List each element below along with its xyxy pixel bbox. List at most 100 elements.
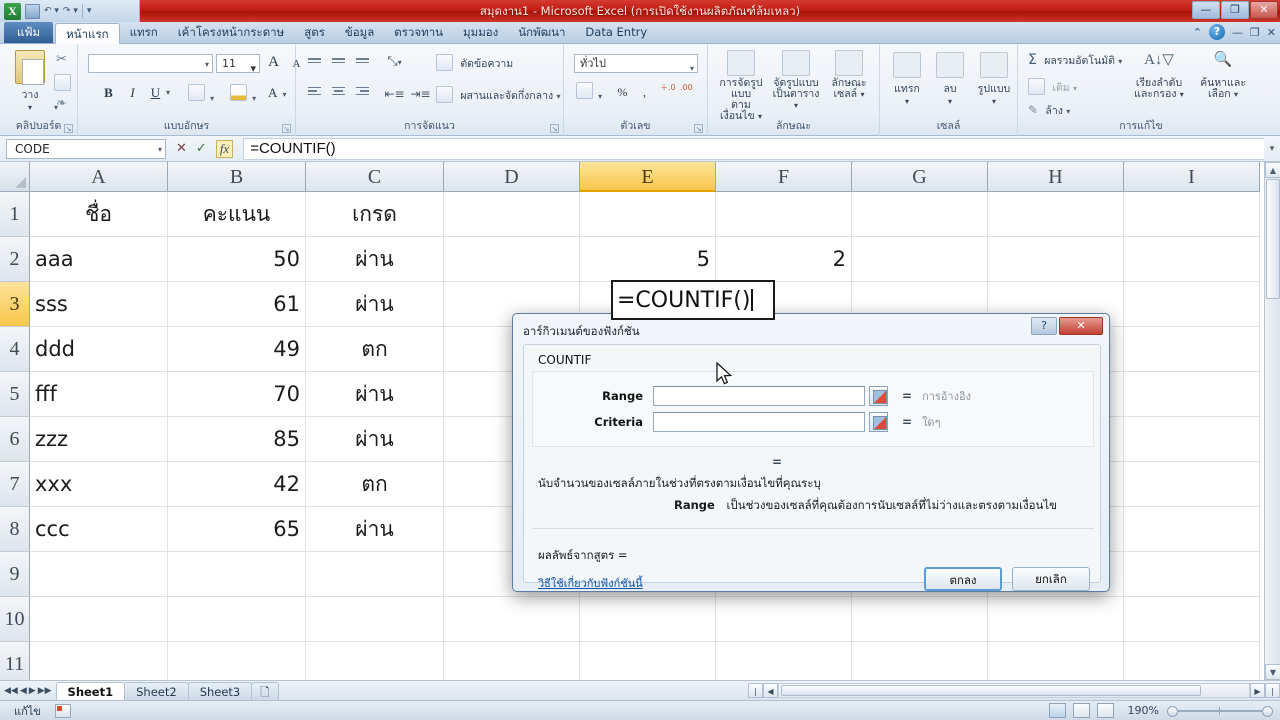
select-all-button[interactable]	[0, 162, 30, 192]
font-color-button[interactable]: A ▾	[268, 82, 287, 101]
tab-page-layout[interactable]: เค้าโครงหน้ากระดาษ	[168, 22, 294, 43]
scroll-right-button[interactable]: ▶	[1250, 682, 1265, 698]
format-cells-button[interactable]: รูปแบบ ▾	[972, 52, 1016, 106]
wrap-text-button[interactable]: ตัดข้อความ	[436, 54, 513, 72]
column-header-c[interactable]: C	[306, 162, 444, 192]
increase-decimal-button[interactable]: ＋.0	[660, 84, 676, 92]
tab-review[interactable]: ตรวจทาน	[384, 22, 453, 43]
row-header-1[interactable]: 1	[0, 192, 30, 237]
cell-b8[interactable]: 65	[168, 507, 306, 552]
name-box[interactable]: CODE ▾	[6, 138, 166, 159]
conditional-formatting-button[interactable]: การจัดรูปแบบ ตามเงื่อนไข ▾	[714, 50, 768, 122]
font-color-dropdown-icon[interactable]: ▾	[282, 90, 286, 99]
font-name-dropdown-icon[interactable]: ▾	[205, 60, 209, 69]
cellstyle-dropdown-icon[interactable]: ▾	[860, 90, 864, 99]
grid-cell[interactable]	[444, 237, 580, 282]
cell-c5[interactable]: ผ่าน	[306, 372, 444, 417]
page-layout-view-icon[interactable]	[1073, 703, 1090, 718]
grid-cell[interactable]	[1124, 192, 1260, 237]
tab-file[interactable]: แฟ้ม	[4, 22, 54, 43]
fill-color-dropdown-icon[interactable]: ▾	[252, 94, 256, 103]
cell-e2[interactable]: 5	[580, 237, 716, 282]
cell-c2[interactable]: ผ่าน	[306, 237, 444, 282]
cell-c1[interactable]: เกรด	[306, 192, 444, 237]
grid-cell[interactable]	[1124, 282, 1260, 327]
cell-b5[interactable]: 70	[168, 372, 306, 417]
accounting-dropdown-icon[interactable]: ▾	[598, 92, 602, 101]
grid-cell[interactable]	[852, 237, 988, 282]
row-header-2[interactable]: 2	[0, 237, 30, 282]
cancel-button[interactable]: ยกเลิก	[1012, 567, 1090, 591]
grid-cell[interactable]	[306, 552, 444, 597]
font-size-input[interactable]: 11 ▾	[216, 54, 260, 75]
grow-font-button[interactable]: A	[263, 52, 284, 73]
grid-cell[interactable]	[1124, 417, 1260, 462]
grid-cell[interactable]	[1124, 597, 1260, 642]
cell-b1[interactable]: คะแนน	[168, 192, 306, 237]
grid-cell[interactable]	[852, 192, 988, 237]
cell-c7[interactable]: ตก	[306, 462, 444, 507]
find-select-button[interactable]: 🔍 ค้นหาและ เลือก ▾	[1194, 50, 1252, 100]
vertical-scrollbar[interactable]: ▲ ▼	[1264, 162, 1280, 680]
new-sheet-icon[interactable]: 🗋	[251, 681, 279, 700]
cell-a8[interactable]: ccc	[30, 507, 168, 552]
grid-cell[interactable]	[1124, 507, 1260, 552]
row-header-9[interactable]: 9	[0, 552, 30, 597]
align-middle-button[interactable]	[328, 52, 349, 72]
cell-b6[interactable]: 85	[168, 417, 306, 462]
close-button[interactable]: ✕	[1250, 1, 1278, 19]
autosum-button[interactable]: Σ ผลรวมอัตโนมัติ ▾	[1028, 52, 1122, 69]
clipboard-dialog-launcher[interactable]: ↘	[64, 124, 73, 133]
tab-data-entry[interactable]: Data Entry	[575, 22, 657, 43]
grid-cell[interactable]	[988, 237, 1124, 282]
tab-view[interactable]: มุมมอง	[453, 22, 508, 43]
cell-b4[interactable]: 49	[168, 327, 306, 372]
scroll-up-button[interactable]: ▲	[1265, 162, 1280, 178]
vertical-scroll-thumb[interactable]	[1266, 179, 1280, 299]
column-header-g[interactable]: G	[852, 162, 988, 192]
last-sheet-button[interactable]: ▶▶	[38, 686, 52, 696]
number-dialog-launcher[interactable]: ↘	[694, 124, 703, 133]
grid-cell[interactable]	[988, 597, 1124, 642]
align-center-button[interactable]	[328, 84, 349, 104]
decrease-indent-button[interactable]: ⇤≡	[384, 84, 405, 104]
format-painter-icon[interactable]: ❧	[56, 96, 67, 111]
table-dropdown-icon[interactable]: ▾	[794, 101, 798, 110]
merge-dropdown-icon[interactable]: ▾	[556, 92, 560, 101]
row-header-6[interactable]: 6	[0, 417, 30, 462]
grid-cell[interactable]	[988, 192, 1124, 237]
range-collapse-icon[interactable]	[869, 385, 888, 406]
decrease-decimal-button[interactable]: .00	[680, 84, 693, 92]
column-header-a[interactable]: A	[30, 162, 168, 192]
paste-button[interactable]: วาง ▾	[8, 50, 52, 112]
criteria-collapse-icon[interactable]	[869, 411, 888, 432]
cell-f2[interactable]: 2	[716, 237, 852, 282]
underline-button[interactable]: U	[145, 82, 166, 103]
column-header-e[interactable]: E	[580, 162, 716, 192]
column-header-h[interactable]: H	[988, 162, 1124, 192]
doc-restore-icon[interactable]: ❐	[1250, 26, 1260, 39]
tab-home[interactable]: หน้าแรก	[55, 23, 120, 44]
cancel-formula-icon[interactable]: ✕	[176, 141, 187, 156]
first-sheet-button[interactable]: ◀◀	[4, 686, 18, 696]
insert-cells-button[interactable]: แทรก ▾	[886, 52, 928, 106]
merge-center-button[interactable]: ผสานและจัดกึ่งกลาง ▾	[436, 86, 560, 104]
sortfilter-dropdown-icon[interactable]: ▾	[1180, 90, 1184, 99]
cell-b7[interactable]: 42	[168, 462, 306, 507]
next-sheet-button[interactable]: ▶	[29, 686, 36, 696]
dialog-close-button[interactable]: ✕	[1059, 317, 1103, 335]
cell-c3[interactable]: ผ่าน	[306, 282, 444, 327]
increase-indent-button[interactable]: ⇥≡	[410, 84, 431, 104]
grid-cell[interactable]	[580, 597, 716, 642]
column-header-f[interactable]: F	[716, 162, 852, 192]
format-as-table-button[interactable]: จัดรูปแบบ เป็นตาราง ▾	[770, 50, 822, 111]
tab-formulas[interactable]: สูตร	[294, 22, 335, 43]
align-right-button[interactable]	[352, 84, 373, 104]
sheet-tab-sheet2[interactable]: Sheet2	[124, 681, 189, 700]
doc-close-icon[interactable]: ✕	[1267, 26, 1276, 39]
row-header-8[interactable]: 8	[0, 507, 30, 552]
tab-developer[interactable]: นักพัฒนา	[508, 22, 575, 43]
record-macro-icon[interactable]	[54, 703, 71, 718]
cell-a6[interactable]: zzz	[30, 417, 168, 462]
grid-cell[interactable]	[716, 597, 852, 642]
